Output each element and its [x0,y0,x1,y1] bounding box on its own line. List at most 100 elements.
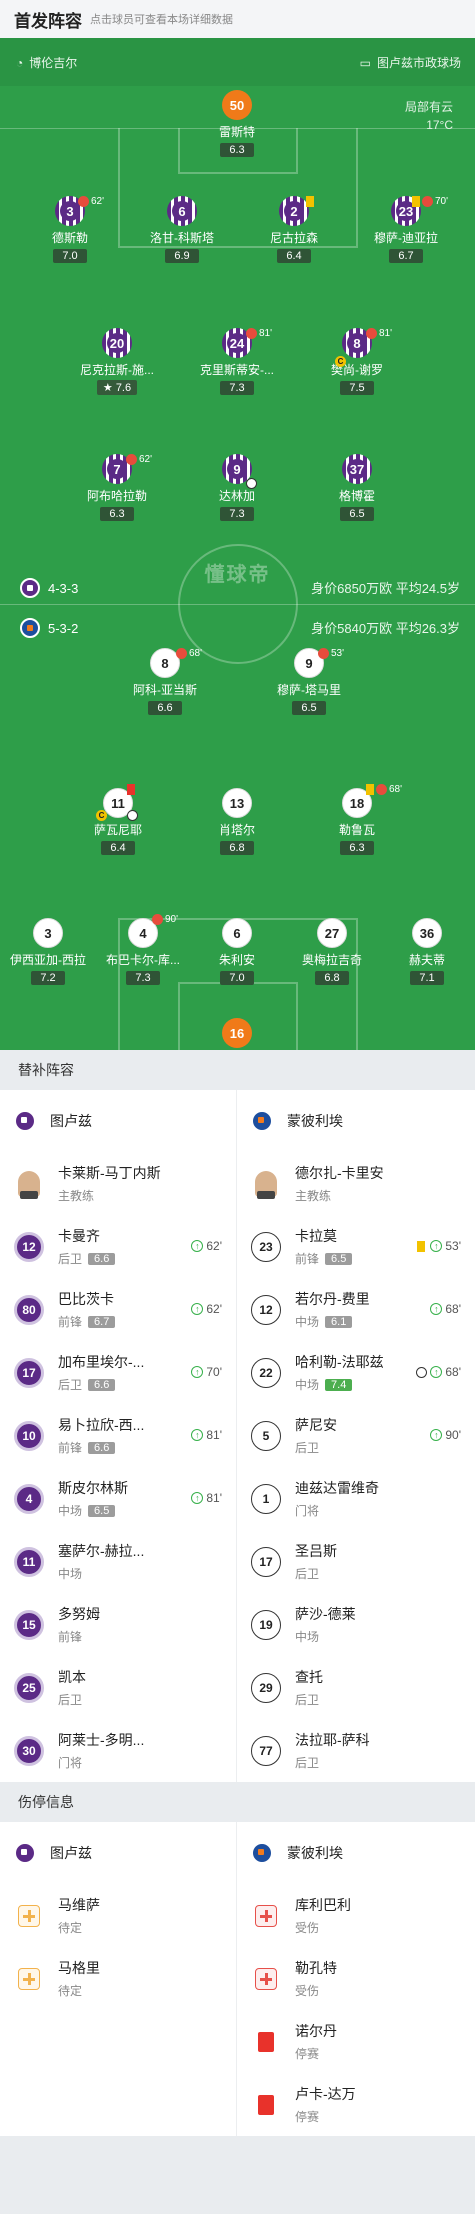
player-rating: 6.4 [277,249,311,263]
red-card-icon [127,784,135,795]
sub-player-row[interactable]: 5 萨尼安 后卫 ↑ 90' [237,1404,475,1467]
player-rating: 7.0 [220,971,254,985]
sub-player-row[interactable]: 22 哈利勒-法耶兹 中场 7.4 ↑ 68' [237,1341,475,1404]
temperature-text: 17°C [426,118,453,132]
player-name: 库利巴利 [295,1897,351,1913]
player-number: 1 [251,1483,281,1514]
injury-row[interactable]: 库利巴利 受伤 [237,1884,475,1947]
player-number: 50 [222,90,252,120]
player-name: 肖塔尔 [218,823,255,837]
stadium-label: 图卢兹市政球场 [376,56,461,70]
player-card[interactable]: 18 勒鲁瓦 6.3 [302,788,412,868]
sub-on-event: ↑ 68' [430,1302,461,1316]
event-time: 68' [189,648,203,660]
sub-in-icon: ↑ [430,1303,443,1315]
page-footer-space [0,2136,475,2214]
sub-player-row[interactable]: 12 若尔丹-费里 中场 6.1 ↑ 68' [237,1278,475,1341]
sub-player-row[interactable]: 80 巴比茨卡 前锋 6.7 ↑ 62' [0,1278,236,1341]
player-card[interactable]: 16 [182,1018,292,1048]
away-value: 身价5840万欧 平均26.3岁 [311,621,460,636]
player-rating: 6.7 [88,1315,116,1328]
player-number: 77 [251,1735,281,1766]
player-name: 加布里埃尔-... [58,1354,145,1370]
injury-status: 待定 [58,1984,83,1998]
sub-player-row[interactable]: 30 阿莱士-多明... 门将 [0,1719,236,1782]
team-name: 蒙彼利埃 [287,1845,343,1861]
player-card[interactable]: 11 萨瓦尼耶 6.4 [63,788,173,868]
player-card[interactable]: 36 赫夫蒂 7.1 [372,918,475,998]
player-card[interactable]: 9 达林加 7.3 [182,454,292,534]
player-name: 若尔丹-费里 [295,1291,370,1307]
player-card[interactable]: 2 尼古拉森 6.4 [239,196,349,276]
player-name: 赫夫蒂 [408,953,445,967]
team-row: 蒙彼利埃 [237,1822,475,1884]
sub-out-icon [176,648,187,659]
referee-label: 博伦吉尔 [29,56,78,70]
sub-player-row[interactable]: 23 卡拉莫 前锋 6.5 ↑ 53' [237,1215,475,1278]
sub-player-row[interactable]: 25 凯本 后卫 [0,1656,236,1719]
player-card[interactable]: 6 朱利安 7.0 [182,918,292,998]
player-number: 6 [172,201,192,221]
sub-player-row[interactable]: 77 法拉耶-萨科 后卫 [237,1719,475,1782]
sub-player-row[interactable]: 15 多努姆 前锋 [0,1593,236,1656]
player-number: 17 [251,1546,281,1577]
player-rating: 6.5 [88,1504,116,1517]
player-card[interactable]: 23 穆萨-迪亚拉 6.7 [351,196,461,276]
team-row: 图卢兹 [0,1090,236,1152]
sub-off-event: 68' [176,648,202,659]
injury-row[interactable]: 马格里 待定 [0,1947,236,2010]
sub-player-row[interactable]: 11 塞萨尔-赫拉... 中场 [0,1530,236,1593]
player-card[interactable]: 50 雷斯特 6.3 [182,90,292,170]
injury-row[interactable]: 诺尔丹 停赛 [237,2010,475,2073]
coach-row[interactable]: 德尔扎-卡里安 主教练 [237,1152,475,1215]
player-card[interactable]: 9 穆萨-塔马里 6.5 [254,648,364,728]
sub-player-row[interactable]: 17 圣吕斯 后卫 [237,1530,475,1593]
player-rating: 6.8 [220,841,254,855]
player-card[interactable]: 3 德斯勒 7.0 [15,196,125,276]
player-name: 卢卡-达万 [295,2086,356,2102]
player-name: 易卜拉欣-西... [58,1417,145,1433]
player-card[interactable]: 6 洛甘-科斯塔 6.9 [127,196,237,276]
sub-player-row[interactable]: 17 加布里埃尔-... 后卫 6.6 ↑ 70' [0,1341,236,1404]
player-card[interactable]: 8 阿科-亚当斯 6.6 [110,648,220,728]
player-position: 后卫 [58,1378,83,1392]
sub-player-row[interactable]: 19 萨沙-德莱 中场 [237,1593,475,1656]
sub-player-row[interactable]: 10 易卜拉欣-西... 前锋 6.6 ↑ 81' [0,1404,236,1467]
sub-player-row[interactable]: 29 查托 后卫 [237,1656,475,1719]
event-time: 53' [331,648,345,660]
player-card[interactable]: 8 樊尚-谢罗 7.5 [302,328,412,408]
sub-player-row[interactable]: 1 迪兹达雷维奇 门将 [237,1467,475,1530]
injury-row[interactable]: 卢卡-达万 停赛 [237,2073,475,2136]
player-card[interactable]: 7 阿布哈拉勒 6.3 [62,454,172,534]
player-card[interactable]: 13 肖塔尔 6.8 [182,788,292,868]
injury-row[interactable]: 勒孔特 受伤 [237,1947,475,2010]
card-event [127,784,135,795]
player-card[interactable]: 27 奥梅拉吉奇 6.8 [277,918,387,998]
coach-row[interactable]: 卡莱斯-马丁内斯 主教练 [0,1152,236,1215]
player-name: 朱利安 [218,953,255,967]
player-rating: 6.6 [88,1378,116,1391]
injury-row[interactable]: 马维萨 待定 [0,1884,236,1947]
player-rating: 6.5 [292,701,326,715]
player-card[interactable]: 24 克里斯蒂安-... 7.3 [182,328,292,408]
player-card[interactable]: 37 格博霍 6.5 [302,454,412,534]
montpellier-badge-icon [251,1842,273,1864]
page-subtitle: 点击球员可查看本场详细数据 [90,14,233,26]
subs-table: 图卢兹 卡莱斯-马丁内斯 主教练 12 卡曼齐 后卫 6.6 ↑ 62' 80 巴比茨卡 前锋 6… [0,1090,475,1782]
player-number: 16 [222,1018,252,1048]
player-rating: 6.9 [165,249,199,263]
captain-badge: C [96,810,107,821]
player-number: 13 [222,788,252,818]
sub-player-row[interactable]: 4 斯皮尔林斯 中场 6.5 ↑ 81' [0,1467,236,1530]
sub-out-icon [246,328,257,339]
event-time: 81' [259,328,273,340]
sub-player-row[interactable]: 12 卡曼齐 后卫 6.6 ↑ 62' [0,1215,236,1278]
player-card[interactable]: 20 尼克拉斯-施... ★ 7.6 [62,328,172,408]
player-name: 塞萨尔-赫拉... [58,1543,145,1559]
whistle-icon: ◔ [16,55,24,70]
player-rating: 7.3 [220,507,254,521]
player-position: 前锋 [295,1252,320,1266]
player-name: 斯皮尔林斯 [58,1480,128,1496]
player-name: 奥梅拉吉奇 [301,953,362,967]
yellow-card-icon [417,1240,426,1252]
